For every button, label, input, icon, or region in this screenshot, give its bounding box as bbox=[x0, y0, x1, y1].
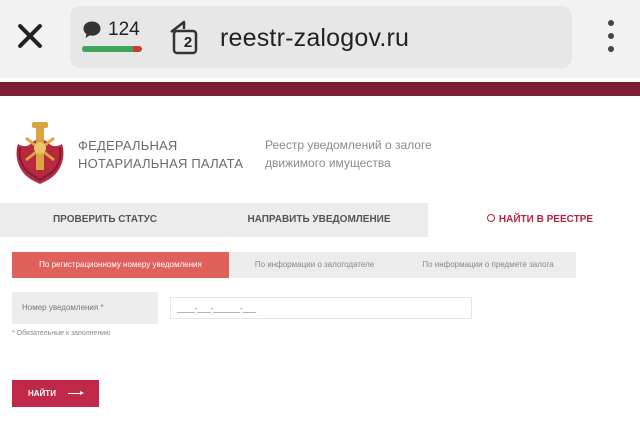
browser-toolbar: 124 2 reestr-zalogov.ru bbox=[0, 0, 640, 78]
search-icon bbox=[486, 214, 495, 223]
comment-score-bar bbox=[82, 46, 142, 52]
search-mode-tabs: По регистрационному номеру уведомления П… bbox=[12, 252, 576, 278]
kebab-menu-icon[interactable] bbox=[604, 20, 618, 52]
registry-description-line1: Реестр уведомлений о залоге bbox=[265, 138, 432, 152]
comment-score-fill bbox=[82, 46, 133, 52]
find-button[interactable]: НАЙТИ bbox=[12, 380, 99, 407]
organization-name-line2: НОТАРИАЛЬНАЯ ПАЛАТА bbox=[78, 156, 244, 171]
url-domain[interactable]: reestr-zalogov.ru bbox=[220, 24, 409, 53]
address-bar[interactable]: 124 2 reestr-zalogov.ru bbox=[70, 6, 572, 68]
arrow-right-icon bbox=[68, 391, 84, 395]
organization-name: ФЕДЕРАЛЬНАЯ НОТАРИАЛЬНАЯ ПАЛАТА bbox=[78, 137, 243, 173]
tab-by-pledge-subject[interactable]: По информации о предмете залога bbox=[400, 252, 576, 278]
comment-bubble-icon bbox=[83, 21, 101, 38]
nav-check-status[interactable]: ПРОВЕРИТЬ СТАТУС bbox=[0, 203, 210, 237]
registry-description: Реестр уведомлений о залоге движимого им… bbox=[265, 136, 432, 172]
notification-number-label: Номер уведомления * bbox=[12, 292, 158, 324]
tab-by-notification-number[interactable]: По регистрационному номеру уведомления bbox=[12, 252, 229, 278]
close-icon[interactable] bbox=[14, 20, 46, 52]
nav-find-in-registry[interactable]: НАЙТИ В РЕЕСТРЕ bbox=[440, 203, 640, 237]
comments-counter[interactable]: 124 bbox=[82, 20, 148, 56]
notification-number-input[interactable] bbox=[170, 297, 472, 319]
organization-name-line1: ФЕДЕРАЛЬНАЯ bbox=[78, 138, 178, 153]
tabs-button[interactable]: 2 bbox=[168, 20, 200, 56]
nav-send-notification[interactable]: НАПРАВИТЬ УВЕДОМЛЕНИЕ bbox=[210, 203, 428, 237]
site-header-strip bbox=[0, 82, 640, 96]
find-button-label: НАЙТИ bbox=[28, 389, 56, 398]
required-fields-note: * Обязательные к заполнению bbox=[12, 330, 111, 337]
notary-chamber-emblem-icon[interactable] bbox=[10, 118, 70, 190]
registry-description-line2: движимого имущества bbox=[265, 156, 391, 170]
comment-count: 124 bbox=[108, 19, 140, 40]
main-navigation: ПРОВЕРИТЬ СТАТУС НАПРАВИТЬ УВЕДОМЛЕНИЕ bbox=[0, 203, 428, 237]
tabs-count: 2 bbox=[183, 34, 193, 51]
nav-find-label: НАЙТИ В РЕЕСТРЕ bbox=[498, 214, 594, 225]
tab-by-pledgor[interactable]: По информации о залогодателе bbox=[229, 252, 400, 278]
